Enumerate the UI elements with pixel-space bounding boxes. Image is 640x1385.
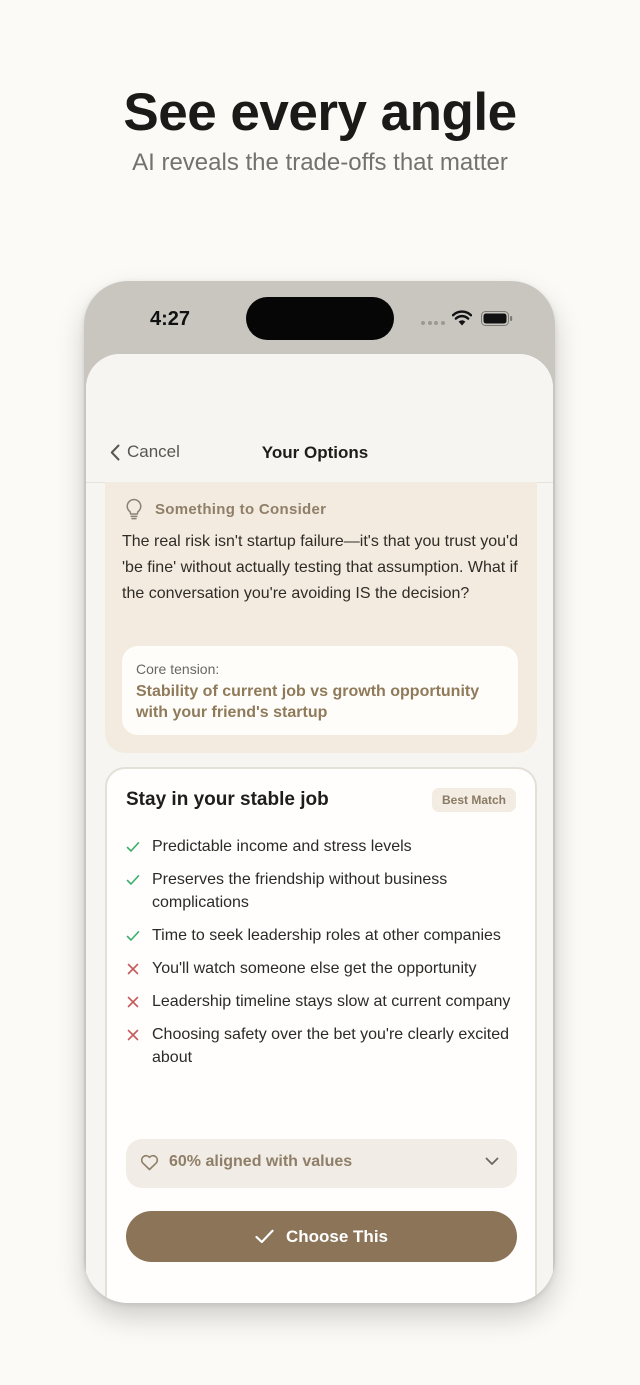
pro-item: Time to seek leadership roles at other c… [126,924,521,947]
signal-dots-icon [421,321,445,325]
con-item: Choosing safety over the bet you're clea… [126,1023,521,1069]
point-text: Choosing safety over the bet you're clea… [152,1026,510,1066]
status-time: 4:27 [150,308,191,330]
consider-title: Something to Consider [155,500,327,518]
best-match-badge: Best Match [431,788,516,812]
point-text: Leadership timeline stays slow at curren… [152,993,511,1010]
checkmark-icon [255,1229,274,1244]
consider-card: Something to Consider The real risk isn'… [105,482,537,753]
nav-bar: Cancel Your Options [86,354,553,483]
values-alignment-toggle[interactable]: 60% aligned with values [126,1139,517,1188]
heart-icon [140,1154,159,1171]
values-alignment-text: 60% aligned with values [169,1153,353,1170]
marketing-headline: See every angle [123,83,517,142]
x-icon [126,990,152,1013]
choose-this-button[interactable]: Choose This [126,1211,517,1262]
dynamic-island [246,297,394,340]
consider-body: The real risk isn't startup failure—it's… [122,533,518,602]
check-icon [126,835,152,858]
pros-cons-list: Predictable income and stress levels Pres… [126,835,521,1079]
point-text: You'll watch someone else get the opport… [152,960,477,977]
pro-item: Preserves the friendship without busines… [126,868,521,914]
x-icon [126,1023,152,1046]
options-sheet: Cancel Your Options Something to Conside… [86,354,553,1303]
check-icon [126,868,152,891]
point-text: Time to seek leadership roles at other c… [152,927,501,944]
core-tension-text: Stability of current job vs growth oppor… [136,683,480,721]
choose-this-label: Choose This [285,1226,388,1246]
page-title: Your Options [261,443,369,462]
marketing-subheadline: AI reveals the trade-offs that matter [132,149,508,176]
lightbulb-icon [126,498,142,520]
x-icon [126,957,152,980]
phone-frame: 4:27 Cancel Your Options Something to Co… [84,281,555,1303]
wifi-icon [452,310,472,326]
consider-header: Something to Consider [125,498,326,520]
option-card[interactable]: Stay in your stable job Best Match Predi… [105,767,537,1303]
option-title: Stay in your stable job [126,789,329,810]
pro-item: Predictable income and stress levels [126,835,521,858]
chevron-down-icon [485,1157,499,1165]
check-icon [126,924,152,947]
con-item: Leadership timeline stays slow at curren… [126,990,521,1013]
core-tension-label: Core tension: [136,661,220,677]
con-item: You'll watch someone else get the opport… [126,957,521,980]
core-tension-box: Core tension: Stability of current job v… [122,646,518,735]
point-text: Preserves the friendship without busines… [152,871,448,911]
point-text: Predictable income and stress levels [152,838,412,855]
battery-icon [481,311,513,326]
app-store-screenshot: See every angle AI reveals the trade-off… [0,0,640,1385]
